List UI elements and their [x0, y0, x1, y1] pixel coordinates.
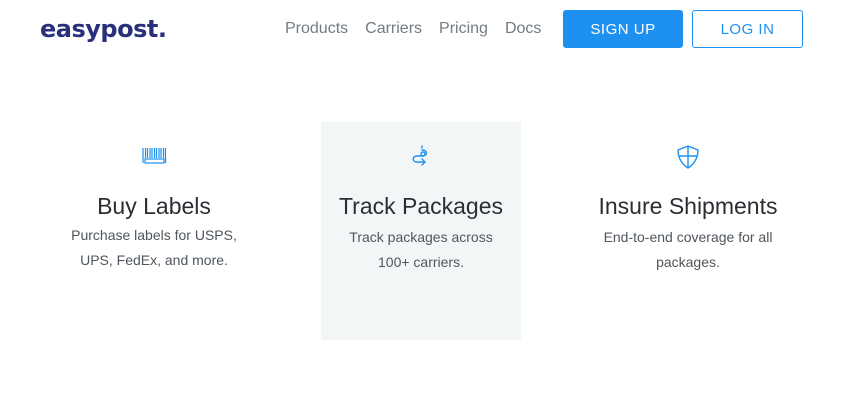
feature-title: Track Packages — [338, 193, 504, 219]
nav-link-carriers[interactable]: Carriers — [365, 19, 422, 39]
header: easypost. Products Carriers Pricing Docs… — [0, 0, 864, 58]
feature-description: Track packages across 100+ carriers. — [349, 229, 493, 270]
main-nav: Products Carriers Pricing Docs — [285, 19, 558, 39]
nav-link-products[interactable]: Products — [285, 19, 348, 39]
sign-up-button[interactable]: SIGN UP — [563, 10, 683, 48]
page: easypost. Products Carriers Pricing Docs… — [0, 0, 864, 402]
tracking-route-icon — [412, 145, 428, 166]
logo[interactable]: easypost. — [40, 14, 167, 44]
feature-description: End-to-end coverage for all packages. — [603, 229, 773, 270]
barcode-icon — [142, 148, 167, 164]
nav-link-docs[interactable]: Docs — [505, 19, 541, 39]
feature-title: Insure Shipments — [598, 193, 778, 219]
shield-icon — [677, 145, 699, 169]
feature-description: Purchase labels for USPS, UPS, FedEx, an… — [71, 227, 237, 268]
feature-card-track-packages: Track Packages Track packages across 100… — [321, 122, 521, 340]
feature-title: Buy Labels — [97, 193, 211, 219]
log-in-button[interactable]: LOG IN — [692, 10, 803, 48]
feature-card-buy-labels: Buy Labels Purchase labels for USPS, UPS… — [54, 122, 254, 340]
nav-link-pricing[interactable]: Pricing — [439, 19, 488, 39]
feature-card-insure-shipments: Insure Shipments End-to-end coverage for… — [588, 122, 788, 340]
